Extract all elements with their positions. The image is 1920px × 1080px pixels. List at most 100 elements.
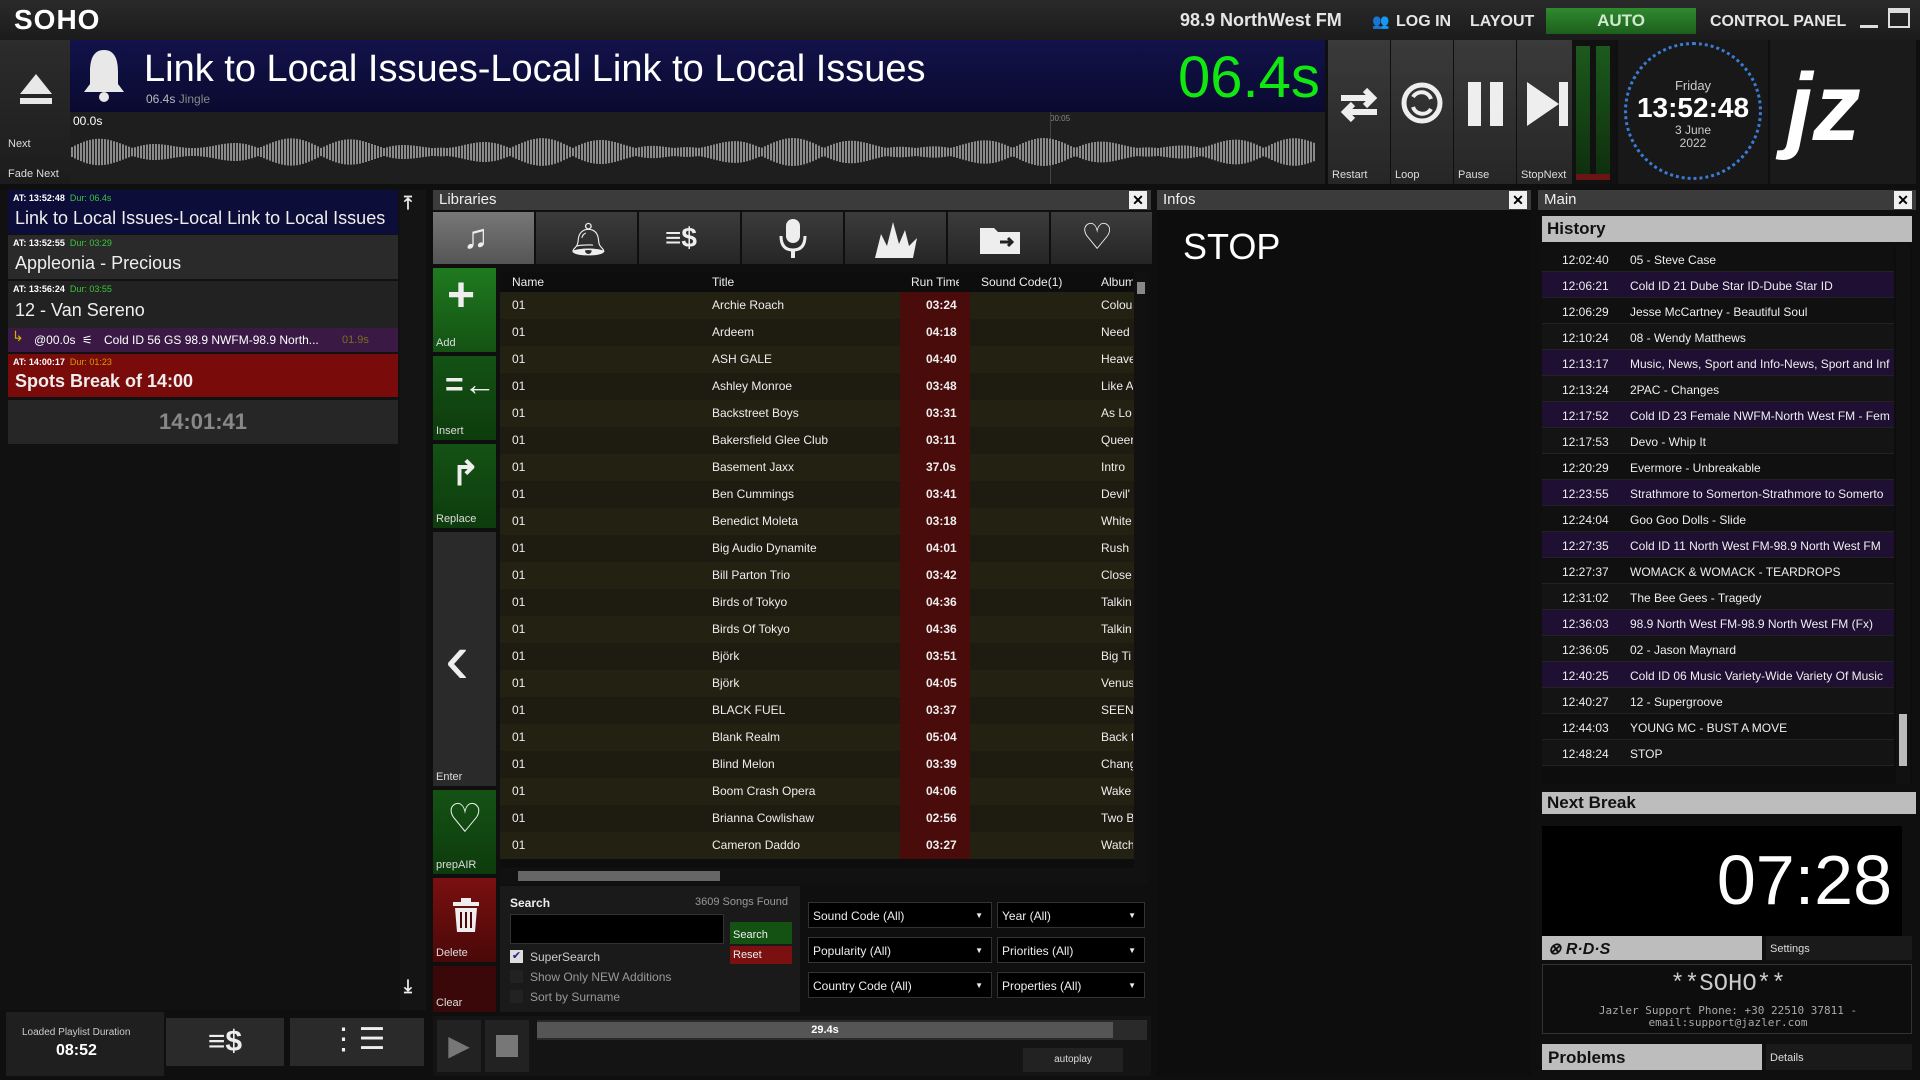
scroll-top-icon[interactable]: ⤒ [404,193,412,214]
scroll-bottom-icon[interactable]: ⤓ [404,976,412,997]
close-icon[interactable]: ✕ [1129,191,1147,209]
maximize-icon[interactable] [1888,8,1910,28]
enter-button[interactable]: ‹ Enter [433,532,496,786]
new-additions-checkbox[interactable] [510,970,523,983]
popularity-select[interactable]: Popularity (All) [808,937,992,963]
stop-button[interactable] [485,1020,529,1072]
table-row[interactable]: 01 Big Audio Dynamite 04:01 Rush [500,535,1148,562]
table-row[interactable]: 01 BLACK FUEL 03:37 SEEN [500,697,1148,724]
history-item[interactable]: 12:31:02 The Bee Gees - Tragedy [1542,584,1894,610]
stopnext-button[interactable]: StopNext [1517,40,1579,184]
column-title[interactable]: Title [712,275,734,289]
close-icon[interactable]: ✕ [1894,191,1912,209]
table-row[interactable]: 01 Blind Melon 03:39 Chang [500,751,1148,778]
replace-button[interactable]: ↱ Replace [433,444,496,528]
history-item[interactable]: 12:17:52 Cold ID 23 Female NWFM-North Wes… [1542,402,1894,428]
table-row[interactable]: 01 Bill Parton Trio 03:42 Close [500,562,1148,589]
supersearch-checkbox[interactable]: ✔ [510,950,523,963]
tab-voice[interactable] [742,212,843,264]
playlist-item[interactable]: AT: 13:52:55 Dur: 03:29 Appleonia - Prec… [8,235,398,280]
restart-button[interactable]: Restart [1328,40,1390,184]
sound-code-select[interactable]: Sound Code (All) [808,902,992,928]
autoplay-button[interactable]: autoplay [1023,1048,1123,1072]
table-row[interactable]: 01 Björk 04:05 Venus [500,670,1148,697]
country-select[interactable]: Country Code (All) [808,972,992,998]
insert-button[interactable]: =← Insert [433,356,496,440]
delete-button[interactable]: Delete [433,878,496,962]
properties-select[interactable]: Properties (All) [997,972,1145,998]
minimize-icon[interactable] [1860,10,1878,28]
table-row[interactable]: 01 Brianna Cowlishaw 02:56 Two B [500,805,1148,832]
table-row[interactable]: 01 Backstreet Boys 03:31 As Lo [500,400,1148,427]
tab-fx[interactable] [845,212,946,264]
table-row[interactable]: 01 Cameron Daddo 03:27 Watch [500,832,1148,859]
preview-progress[interactable]: 29.4s [537,1020,1147,1040]
history-item[interactable]: 12:27:37 WOMACK & WOMACK - TEARDROPS [1542,558,1894,584]
history-item[interactable]: 12:17:53 Devo - Whip It [1542,428,1894,454]
search-input[interactable] [510,914,724,944]
search-button[interactable]: Search [730,922,792,944]
eject-icon[interactable] [18,72,54,106]
play-icon[interactable]: ▶ [437,1020,481,1072]
tab-spots[interactable]: ≡$ [639,212,740,264]
login-button[interactable]: LOG IN [1396,13,1451,31]
history-item[interactable]: 12:44:03 YOUNG MC - BUST A MOVE [1542,714,1894,740]
column-runtime[interactable]: Run Time [911,275,959,289]
history-item[interactable]: 12:20:29 Evermore - Unbreakable [1542,454,1894,480]
tab-music[interactable]: ♫ [433,212,534,264]
clear-button[interactable]: Clear [433,966,496,1012]
history-item[interactable]: 12:23:55 Strathmore to Somerton-Strathmor… [1542,480,1894,506]
priorities-select[interactable]: Priorities (All) [997,937,1145,963]
history-scrollbar[interactable] [1896,246,1910,784]
control-panel-button[interactable]: CONTROL PANEL [1710,13,1846,31]
column-album[interactable]: Album [1101,275,1133,289]
fade-next-label[interactable]: Fade Next [8,168,59,180]
layout-button[interactable]: LAYOUT [1470,13,1534,31]
table-row[interactable]: 01 Basement Jaxx 37.0s Intro [500,454,1148,481]
history-item[interactable]: 12:06:29 Jesse McCartney - Beautiful Soul [1542,298,1894,324]
prepair-button[interactable]: ♡ prepAIR [433,790,496,874]
rds-settings-button[interactable]: Settings [1766,936,1912,960]
history-item[interactable]: 12:40:27 12 - Supergroove [1542,688,1894,714]
table-row[interactable]: 01 Björk 03:51 Big Ti [500,643,1148,670]
table-row[interactable]: 01 Birds Of Tokyo 04:36 Talkin [500,616,1148,643]
spots-button[interactable]: ≡$ [166,1018,284,1066]
waveform[interactable]: 00.0s 00:05 [70,112,1325,184]
playlist-scrollbar[interactable]: ⤒ ⤓ [400,190,426,1010]
reset-button[interactable]: Reset [730,946,792,964]
playlist-item[interactable]: AT: 14:00:17 Dur: 01:23 Spots Break of 1… [8,354,398,398]
table-row[interactable]: 01 Birds of Tokyo 04:36 Talkin [500,589,1148,616]
history-item[interactable]: 12:24:04 Goo Goo Dolls - Slide [1542,506,1894,532]
history-item[interactable]: 12:36:05 02 - Jason Maynard [1542,636,1894,662]
history-item[interactable]: 12:13:24 2PAC - Changes [1542,376,1894,402]
tab-jingles[interactable]: 🔔︎ [536,212,637,264]
next-deck[interactable]: Next Fade Next [0,40,70,184]
table-row[interactable]: 01 Bakersfield Glee Club 03:11 Queer [500,427,1148,454]
history-item[interactable]: 12:40:25 Cold ID 06 Music Variety-Wide Va… [1542,662,1894,688]
problems-details-button[interactable]: Details [1766,1044,1912,1070]
year-select[interactable]: Year (All) [997,902,1145,928]
playlist-item[interactable]: AT: 13:52:48 Dur: 06.4s Link to Local Is… [8,190,398,235]
history-item[interactable]: 12:10:24 08 - Wendy Matthews [1542,324,1894,350]
playlist-list-button[interactable]: ⋮☰ [290,1018,424,1066]
users-icon[interactable]: 👥 [1372,13,1389,30]
add-button[interactable]: + Add [433,268,496,352]
table-row[interactable]: 01 Ardeem 04:18 Need [500,319,1148,346]
table-row[interactable]: 01 Ashley Monroe 03:48 Like A [500,373,1148,400]
overlay-item[interactable]: ↳ @00.0s ⚟ Cold ID 56 GS 98.9 NWFM-98.9 … [8,328,398,352]
table-row[interactable]: 01 Archie Roach 03:24 Colou [500,292,1148,319]
table-row[interactable]: 01 Blank Realm 05:04 Back t [500,724,1148,751]
history-item[interactable]: 12:27:35 Cold ID 11 North West FM-98.9 No… [1542,532,1894,558]
table-row[interactable]: 01 ASH GALE 04:40 Heave [500,346,1148,373]
history-item[interactable]: 12:48:24 STOP [1542,740,1894,766]
table-scrollbar[interactable] [1134,272,1148,867]
close-icon[interactable]: ✕ [1509,191,1527,209]
column-soundcode[interactable]: Sound Code(1) [981,275,1062,289]
playlist-item[interactable]: AT: 13:56:24 Dur: 03:55 12 - Van Sereno … [8,281,398,353]
history-item[interactable]: 12:06:21 Cold ID 21 Dube Star ID-Dube Sta… [1542,272,1894,298]
tab-folders[interactable] [948,212,1049,264]
sort-surname-checkbox[interactable] [510,990,523,1003]
history-item[interactable]: 12:13:17 Music, News, Sport and Info-News… [1542,350,1894,376]
history-item[interactable]: 12:36:03 98.9 North West FM-98.9 North We… [1542,610,1894,636]
table-row[interactable]: 01 Benedict Moleta 03:18 White [500,508,1148,535]
